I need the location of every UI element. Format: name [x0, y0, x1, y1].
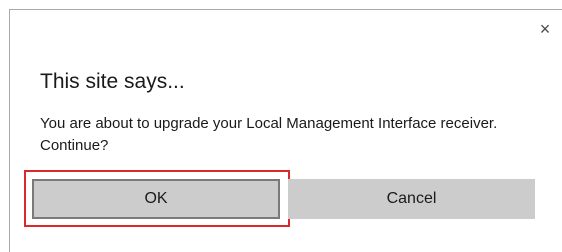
ok-button[interactable]: OK: [32, 179, 280, 219]
ok-button-label: OK: [144, 190, 168, 207]
cancel-button[interactable]: Cancel: [288, 179, 535, 219]
close-icon[interactable]: ×: [536, 20, 554, 38]
cancel-button-label: Cancel: [386, 190, 437, 207]
dialog-message: You are about to upgrade your Local Mana…: [40, 115, 498, 154]
dialog-title: This site says...: [40, 70, 185, 93]
